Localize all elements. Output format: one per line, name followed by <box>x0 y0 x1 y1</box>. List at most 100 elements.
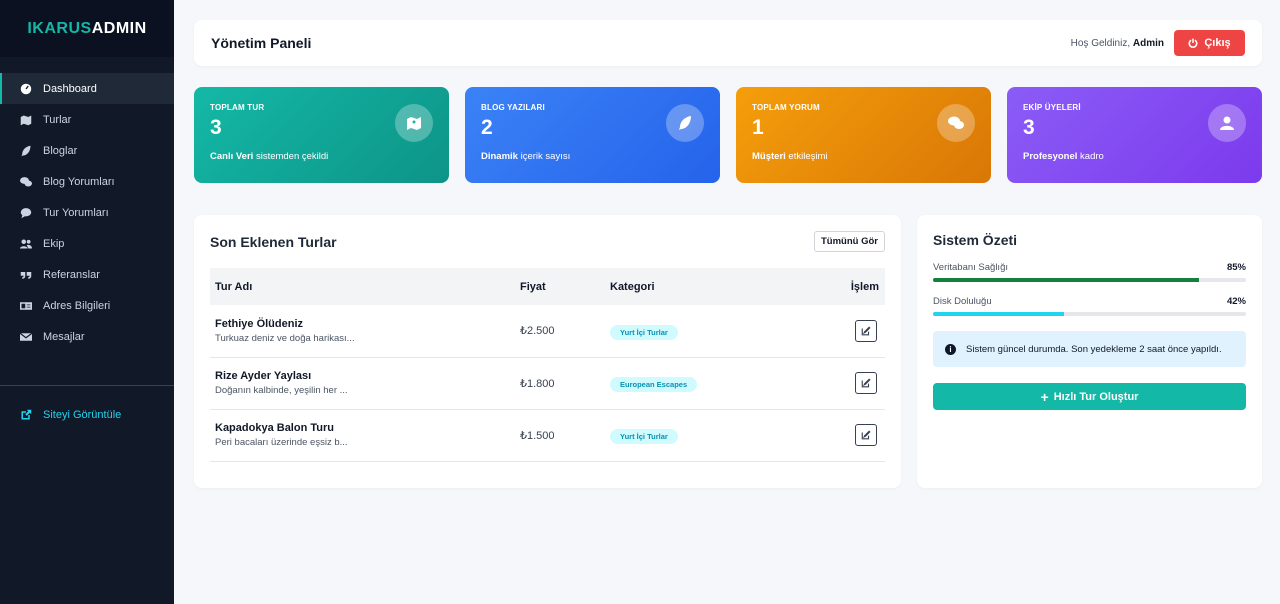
tour-price: ₺1.800 <box>520 377 555 390</box>
stat-card-comments: TOPLAM YORUM 1 Müşteri etkileşimi <box>736 87 991 183</box>
sidebar-item-label: Adres Bilgileri <box>43 299 111 312</box>
tour-name: Rize Ayder Yaylası <box>215 370 312 382</box>
external-link-icon <box>19 408 32 421</box>
tour-price: ₺2.500 <box>520 325 555 338</box>
sidebar: IKARUS ADMIN Dashboard Turlar Bloglar Blo… <box>0 0 174 604</box>
metric-value: 85% <box>1226 262 1246 273</box>
stat-desc: Profesyonel kadro <box>1023 151 1246 162</box>
metric-label: Veritabanı Sağlığı <box>933 262 1008 273</box>
edit-button[interactable] <box>855 319 877 342</box>
table-row: Fethiye Ölüdeniz Turkuaz deniz ve doğa ha… <box>210 305 885 357</box>
quick-create-label: Hızlı Tur Oluştur <box>1053 390 1139 403</box>
metric-disk-usage: Disk Doluluğu 42% <box>933 296 1246 316</box>
power-icon <box>1188 38 1198 48</box>
metric-value: 42% <box>1226 296 1246 307</box>
quick-create-tour-button[interactable]: + Hızlı Tur Oluştur <box>933 383 1246 410</box>
brand-part-1: IKARUS <box>27 19 92 37</box>
metric-db-health: Veritabanı Sağlığı 85% <box>933 262 1246 282</box>
column-header: Tur Adı <box>215 280 253 293</box>
column-header: Kategori <box>610 280 655 293</box>
stat-desc-rest: etkileşimi <box>785 151 828 162</box>
stat-desc: Müşteri etkileşimi <box>752 151 975 162</box>
info-icon: i <box>945 343 956 355</box>
user-name: Admin <box>1132 37 1164 49</box>
sidebar-item-adres-bilgileri[interactable]: Adres Bilgileri <box>0 290 174 321</box>
map-icon <box>19 113 32 126</box>
table-row: Rize Ayder Yaylası Doğanın kalbinde, yeşi… <box>210 357 885 409</box>
map-icon <box>395 104 433 142</box>
sidebar-item-view-site[interactable]: Siteyi Görüntüle <box>0 399 174 430</box>
progress-bar <box>933 312 1246 316</box>
progress-fill <box>933 278 1200 282</box>
sidebar-item-label: Mesajlar <box>43 330 85 343</box>
address-card-icon <box>19 299 32 312</box>
dashboard-icon <box>19 82 32 95</box>
comments-icon <box>19 175 32 188</box>
info-alert: i Sistem güncel durumda. Son yedekleme 2… <box>933 331 1246 367</box>
top-header: Yönetim Paneli Hoş Geldiniz, Admin Çıkış <box>194 20 1262 66</box>
tour-desc: Turkuaz deniz ve doğa harikası... <box>215 332 355 344</box>
category-badge: Yurt İçi Turlar <box>610 324 678 340</box>
stat-desc-rest: kadro <box>1077 151 1104 162</box>
column-header: Fiyat <box>520 280 546 293</box>
envelope-icon <box>19 330 32 343</box>
sidebar-item-label: Bloglar <box>43 144 78 157</box>
stat-desc-rest: sistemden çekildi <box>253 151 329 162</box>
recent-tours-panel: Son Eklenen Turlar Tümünü Gör Tur Adı Fi… <box>194 215 901 488</box>
sidebar-item-tur-yorumlari[interactable]: Tur Yorumları <box>0 197 174 228</box>
sidebar-item-label: Dashboard <box>43 82 97 95</box>
sidebar-item-blog-yorumlari[interactable]: Blog Yorumları <box>0 166 174 197</box>
edit-icon <box>861 378 871 388</box>
tour-name: Fethiye Ölüdeniz <box>215 317 304 330</box>
tour-desc: Doğanın kalbinde, yeşilin her ... <box>215 385 348 396</box>
tour-name: Kapadokya Balon Turu <box>215 422 334 434</box>
category-badge: Yurt İçi Turlar <box>610 429 678 444</box>
stat-desc-rest: içerik sayısı <box>517 151 571 162</box>
view-site-label: Siteyi Görüntüle <box>43 408 122 421</box>
system-summary-panel: Sistem Özeti Veritabanı Sağlığı 85% Disk … <box>917 215 1262 488</box>
panel-title: Son Eklenen Turlar <box>210 233 337 250</box>
sidebar-item-turlar[interactable]: Turlar <box>0 104 174 135</box>
stat-desc-bold: Canlı Veri <box>210 151 254 162</box>
logout-button[interactable]: Çıkış <box>1174 30 1245 56</box>
comments-icon <box>937 104 975 142</box>
panel-header: Son Eklenen Turlar Tümünü Gör <box>210 215 885 268</box>
edit-button[interactable] <box>855 372 877 394</box>
sidebar-item-mesajlar[interactable]: Mesajlar <box>0 321 174 352</box>
table-row: Kapadokya Balon Turu Peri bacaları üzerin… <box>210 409 885 461</box>
category-badge: European Escapes <box>610 377 698 392</box>
sidebar-divider <box>0 385 174 386</box>
progress-bar <box>933 278 1246 282</box>
edit-icon <box>861 326 871 336</box>
brand-logo[interactable]: IKARUS ADMIN <box>0 0 174 57</box>
comment-icon <box>19 206 32 219</box>
view-site-link[interactable]: Siteyi Görüntüle <box>0 399 174 430</box>
sidebar-item-referanslar[interactable]: Referanslar <box>0 259 174 290</box>
sidebar-item-bloglar[interactable]: Bloglar <box>0 135 174 166</box>
stat-desc: Canlı Veri sistemden çekildi <box>210 151 433 162</box>
user-icon <box>1208 104 1246 142</box>
stat-card-tours: TOPLAM TUR 3 Canlı Veri sistemden çekild… <box>194 87 449 183</box>
view-all-button[interactable]: Tümünü Gör <box>814 231 885 252</box>
stat-card-team: EKİP ÜYELERİ 3 Profesyonel kadro <box>1007 87 1262 183</box>
edit-button[interactable] <box>855 424 877 446</box>
plus-icon: + <box>1040 388 1049 405</box>
brand-part-2: ADMIN <box>91 19 147 37</box>
table-header-row: Tur Adı Fiyat Kategori İşlem <box>210 268 885 305</box>
tour-price: ₺1.500 <box>520 429 555 442</box>
tours-table: Tur Adı Fiyat Kategori İşlem Fethiye Ölü… <box>210 268 885 462</box>
logout-label: Çıkış <box>1204 37 1231 49</box>
sidebar-item-label: Referanslar <box>43 268 100 281</box>
sidebar-item-dashboard[interactable]: Dashboard <box>0 73 174 104</box>
progress-fill <box>933 312 1065 316</box>
stat-card-blogs: BLOG YAZILARI 2 Dinamik içerik sayısı <box>465 87 720 183</box>
quote-icon <box>19 268 32 281</box>
info-text: Sistem güncel durumda. Son yedekleme 2 s… <box>966 343 1222 355</box>
page-title: Yönetim Paneli <box>211 35 312 51</box>
users-icon <box>19 237 32 250</box>
stat-desc-bold: Müşteri <box>752 151 786 162</box>
stat-desc-bold: Dinamik <box>481 151 518 162</box>
sidebar-nav: Dashboard Turlar Bloglar Blog Yorumları … <box>0 73 174 352</box>
sidebar-item-ekip[interactable]: Ekip <box>0 228 174 259</box>
feather-icon <box>19 144 32 157</box>
